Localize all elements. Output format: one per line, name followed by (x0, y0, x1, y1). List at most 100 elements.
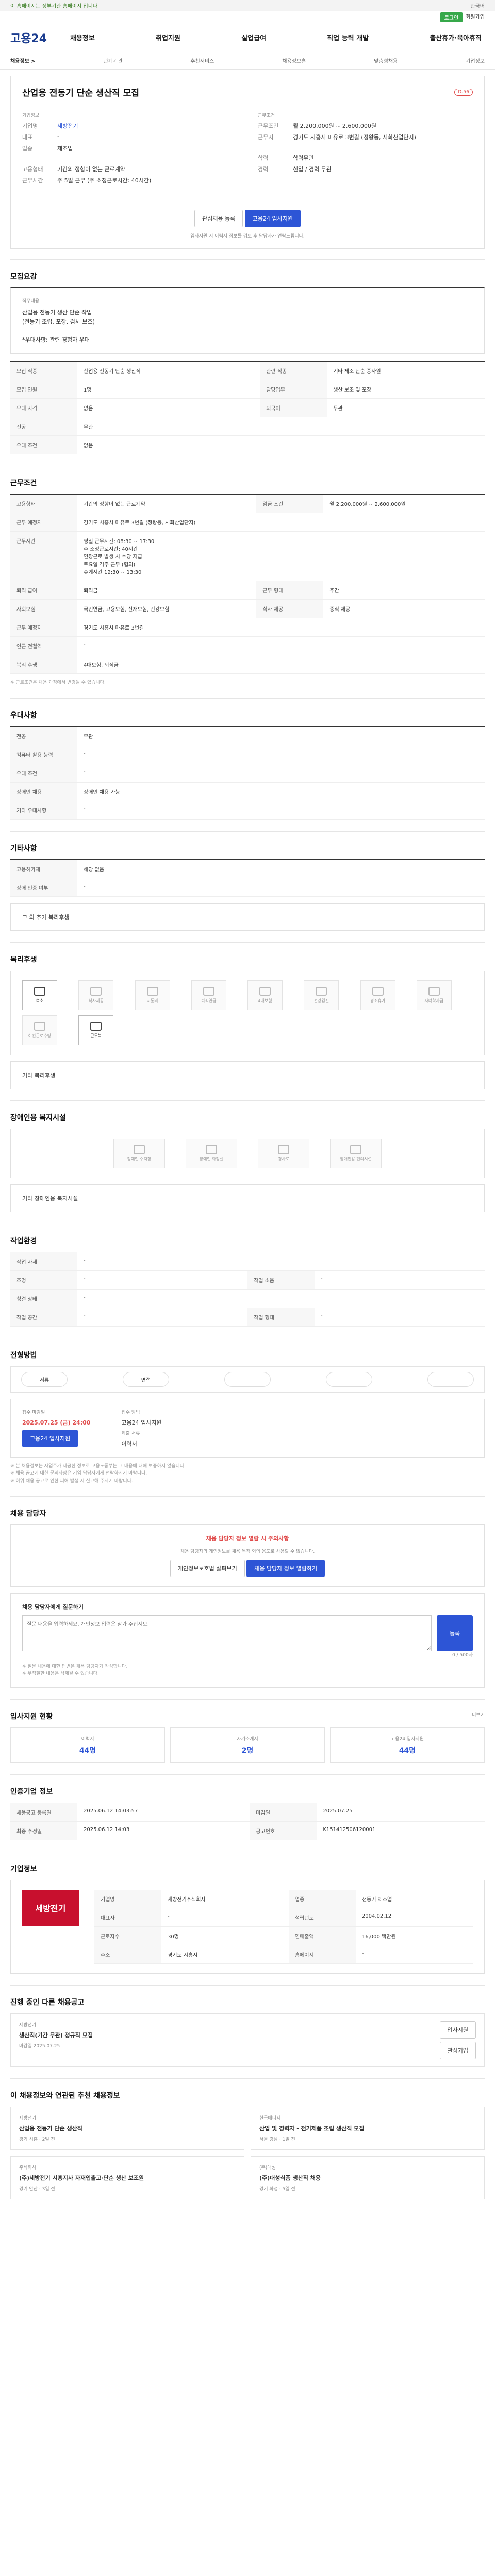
table-cell: 국민연금, 고용보험, 산재보험, 건강보험 (77, 599, 257, 619)
table-header: 모집 직종 (10, 361, 77, 381)
welfare-label: 자녀학자금 (424, 998, 444, 1004)
view-contact-button[interactable]: 채용 담당자 정보 열람하기 (246, 1559, 325, 1577)
corp-table: 기업명 세방전기주식회사 업종 전동기 제조업 대표자 - 설립년도 2004.02.12 근로… (94, 1889, 473, 1964)
recommend-card[interactable]: 세방전기 산업용 전동기 단순 생산직 경기 시흥 · 2일 전 (10, 2106, 244, 2150)
recommend-card[interactable]: (주)대성 (주)대성식품 생산직 채용 경기 화성 · 5일 전 (251, 2156, 485, 2199)
welfare-label: 교통비 (146, 998, 158, 1004)
join-link[interactable]: 회원가입 (466, 12, 485, 22)
lnb-item-0[interactable]: 채용정보 > (10, 57, 36, 64)
disab-item: 장애인 화장실 (186, 1138, 237, 1168)
welfare-icon (203, 987, 214, 996)
gov-banner-text: 이 홈페이지는 정부기관 홈페이지 입니다 (10, 4, 98, 9)
gnb-item-3[interactable]: 직업 능력 개발 (324, 32, 372, 42)
table-cell: 없음 (77, 435, 485, 455)
table-row: 최종 수정일 2025.06.12 14:03 공고번호 K1514125061200… (10, 1821, 485, 1840)
gnb-item-0[interactable]: 채용정보 (67, 32, 98, 42)
table-cell: 4대보험, 퇴직금 (77, 655, 485, 674)
login-button[interactable]: 로그인 (440, 12, 463, 22)
table-header: 담당업무 (260, 380, 327, 399)
table-row: 근로자수 30명 연매출액 16,000 백만원 (94, 1926, 473, 1945)
lnb-item-3[interactable]: 채용정보홈 (282, 57, 306, 64)
lnb-item-1[interactable]: 관계기관 (104, 57, 123, 64)
lnb-item-2[interactable]: 추천서비스 (190, 57, 214, 64)
etc-title: 기타사항 (10, 844, 37, 853)
company-logo: 세방전기 (22, 1889, 79, 1926)
table-cell: - (315, 1270, 485, 1290)
table-cell: 없음 (77, 398, 260, 418)
table-header: 임금 조건 (256, 494, 324, 514)
question-submit-button[interactable]: 등록 (437, 1615, 473, 1651)
job-header: 산업용 전동기 단순 생산직 모집 D-56 기업정보 기업명 세방전기 대표 - … (10, 76, 485, 249)
privacy-law-button[interactable]: 개인정보보호법 살펴보기 (170, 1559, 245, 1577)
welfare-label: 야간근로수당 (28, 1033, 52, 1039)
stat-value: 44명 (399, 1746, 416, 1755)
table-header: 작업 자세 (10, 1252, 77, 1271)
table-header: 주소 (94, 1945, 161, 1964)
disab-title: 장애인용 복지시설 (10, 1113, 66, 1122)
welfare-item: 4대보험 (248, 980, 283, 1010)
stat-card: 자기소개서 2명 (170, 1727, 325, 1763)
table-cell: 1명 (77, 380, 260, 399)
scrap-button[interactable]: 관심채용 등록 (194, 210, 243, 227)
other-job-title[interactable]: 생산직(기간 무관) 정규직 모집 (19, 2031, 93, 2039)
table-row: 장애인 채용 장애인 채용 가능 (10, 782, 485, 801)
other-title: 진행 중인 다른 채용공고 (10, 1998, 85, 2007)
table-header: 작업 형태 (248, 1308, 315, 1327)
table-cell: 월 2,200,000원 ~ 2,600,000원 (323, 494, 485, 514)
table-header: 복리 후생 (10, 655, 77, 674)
proc-steps: 서류 면접 (10, 1366, 485, 1393)
welfare-label: 경조휴가 (370, 998, 386, 1004)
rec-title[interactable]: (주)세방전기 시흥지사 자재입출고·단순 생산 보조원 (19, 2174, 236, 2182)
gnb-menu: 채용정보 취업지원 실업급여 직업 능력 개발 출산휴가·육아휴직 (67, 32, 485, 42)
apply-button[interactable]: 고용24 입사지원 (244, 210, 301, 227)
rec-location: 서울 강남 · 1일 전 (259, 2137, 295, 2142)
rec-location: 경기 화성 · 5일 전 (259, 2186, 295, 2192)
lnb-item-5[interactable]: 기업정보 (466, 57, 485, 64)
question-input[interactable] (22, 1615, 432, 1651)
disab-item: 경사로 (258, 1138, 309, 1168)
table-header: 근무 예정지 (10, 618, 77, 637)
table-row: 전공 무관 (10, 726, 485, 745)
util-bar: 로그인 회원가입 (0, 11, 495, 23)
welfare-icon (259, 987, 271, 996)
welfare-icon (34, 1022, 45, 1031)
welfare-item: 경조휴가 (360, 980, 395, 1010)
proc-apply-button[interactable]: 고용24 입사지원 (22, 1429, 78, 1447)
table-row: 근무 예정지 경기도 시흥시 마유로 3번길 (정왕동, 시화산업단지) (10, 513, 485, 532)
notice-line: ※ 허위 채용 공고로 인한 피해 발생 시 신고해 주시기 바랍니다. (10, 1478, 133, 1484)
language-select[interactable]: 한국어 (470, 2, 485, 9)
proc-step: 면접 (123, 1371, 169, 1387)
notice-line: ※ 채용 공고에 대한 문의사항은 기업 담당자에게 연락하시기 바랍니다. (10, 1471, 147, 1477)
recommend-card[interactable]: 한국에너지 산업 및 경력자 - 전기제품 조립 생산직 모집 서울 강남 · 1일… (251, 2106, 485, 2150)
prefer-table: 전공 무관 컴퓨터 활용 능력 - 우대 조건 - 장애인 채용 장애인 채용 가능 기타 우대… (10, 726, 485, 820)
other-scrap-button[interactable]: 관심기업 (439, 2041, 476, 2059)
table-row: 주소 경기도 시흥시 홈페이지 - (94, 1945, 473, 1964)
table-row: 우대 조건 - (10, 764, 485, 783)
rec-title[interactable]: 산업용 전동기 단순 생산직 (19, 2124, 236, 2132)
rec-title[interactable]: 산업 및 경력자 - 전기제품 조립 생산직 모집 (259, 2124, 476, 2132)
stat-more-link[interactable]: 더보기 (472, 1711, 485, 1727)
stat-label: 자기소개서 (237, 1736, 258, 1742)
recommend-card[interactable]: 주식회사 (주)세방전기 시흥지사 자재입출고·단순 생산 보조원 경기 안산 · … (10, 2156, 244, 2199)
gnb-item-1[interactable]: 취업지원 (153, 32, 184, 42)
table-header: 우대 자격 (10, 398, 77, 418)
recommend-title: 이 채용정보와 연관된 추천 채용정보 (10, 2091, 120, 2100)
proc-step (326, 1371, 372, 1387)
welfare-item: 식사제공 (78, 980, 114, 1010)
stat-value: 2명 (241, 1746, 254, 1755)
etc-table: 고용허가제 해당 없음 장애 인증 여부 - (10, 859, 485, 897)
table-cell: - (77, 1252, 485, 1271)
lnb-item-4[interactable]: 맞춤형채용 (374, 57, 398, 64)
contact-alert: 채용 담당자 정보 열람 시 주의사항 (206, 1535, 289, 1542)
company-name[interactable]: 세방전기 (57, 122, 78, 130)
other-apply-button[interactable]: 입사지원 (439, 2021, 476, 2039)
site-logo[interactable]: 고용24 (10, 29, 67, 46)
rec-title[interactable]: (주)대성식품 생산직 채용 (259, 2174, 476, 2182)
table-header: 고용형태 (10, 494, 77, 514)
other-job-card[interactable]: 세방전기 생산직(기간 무관) 정규직 모집 마감일 2025.07.25 입사… (10, 2013, 485, 2067)
gnb-item-4[interactable]: 출산휴가·육아휴직 (426, 32, 485, 42)
table-header: 근무시간 (10, 531, 77, 582)
table-cell: K151412506120001 (317, 1821, 485, 1840)
welfare-icon (146, 987, 158, 996)
gnb-item-2[interactable]: 실업급여 (238, 32, 269, 42)
